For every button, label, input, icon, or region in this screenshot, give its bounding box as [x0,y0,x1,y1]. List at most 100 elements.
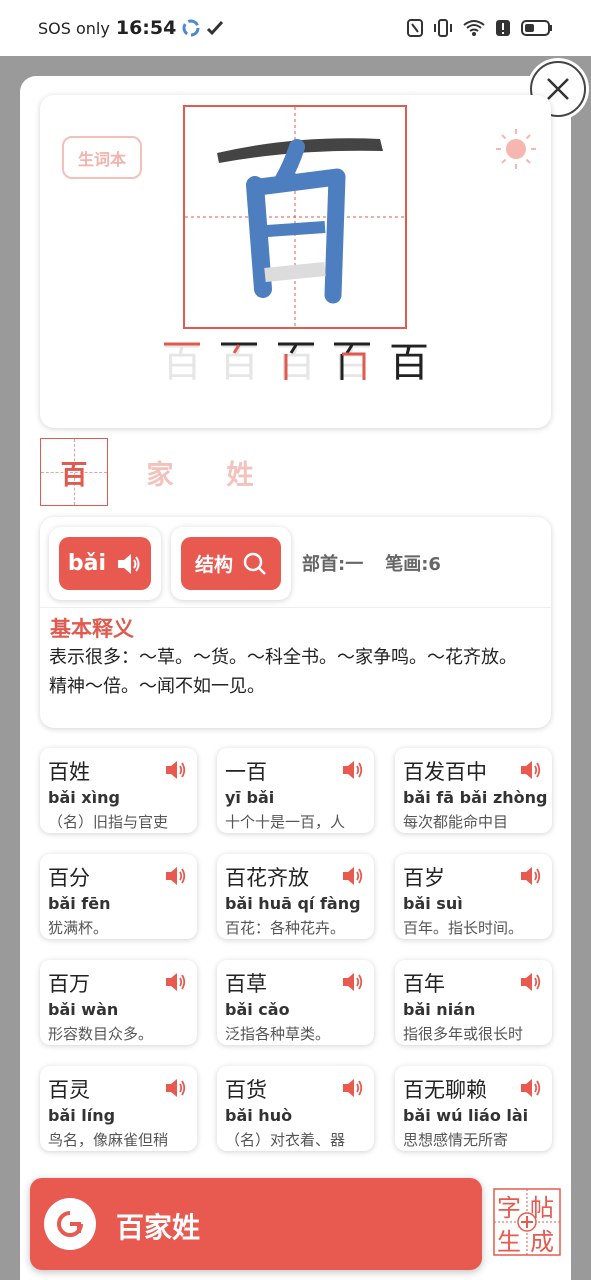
carrier-text: SOS only [38,18,110,38]
word-pinyin: bǎi huā qí fàng [225,894,361,913]
speaker-icon[interactable] [165,1078,187,1098]
word-pinyin: bǎi cǎo [225,1000,290,1019]
word-description: 百花：各种花卉。 [225,919,346,937]
character-writing-grid[interactable] [183,105,407,329]
speaker-icon[interactable] [342,866,364,886]
word-card[interactable]: 百分 bǎi fēn 犹满杯。 [40,854,197,939]
svg-text:字: 字 [497,1194,521,1222]
pronounce-button[interactable]: bǎi [59,537,151,590]
speaker-icon[interactable] [520,972,542,992]
speaker-icon[interactable] [165,972,187,992]
speaker-icon [118,553,140,574]
collection-bar[interactable]: 百家姓 [30,1178,482,1270]
tab-label: 百 [60,459,88,491]
tab-char-3[interactable]: 姓 [200,438,280,506]
divider [40,607,551,608]
word-card[interactable]: 百姓 bǎi xìng （名）旧指与官吏 [40,748,197,833]
refresh-button[interactable] [44,1198,96,1250]
stroke-order-sequence: 百 百 百 百 百 [160,336,435,384]
tab-label: 姓 [226,459,254,491]
collection-title: 百家姓 [116,1211,201,1244]
check-notification-icon [207,20,224,36]
stroke-step-4: 百 [332,340,372,384]
word-pinyin: bǎi wàn [48,1000,119,1019]
word-pinyin: bǎi nián [403,1000,476,1019]
speaker-icon[interactable] [342,972,364,992]
word-description: 思想感情无所寄 [403,1131,509,1149]
svg-text:百: 百 [162,340,202,384]
word-pinyin: bǎi xìng [48,788,120,807]
word-pinyin: bǎi fā bǎi zhòng [403,788,548,807]
speaker-icon[interactable] [520,866,542,886]
vibrate-icon [434,19,452,37]
stroke-count-text: 笔画:6 [385,554,441,575]
word-card[interactable]: 百货 bǎi huò （名）对衣着、器 [217,1066,374,1151]
word-card[interactable]: 百花齐放 bǎi huā qí fàng 百花：各种花卉。 [217,854,374,939]
svg-text:百: 百 [389,340,429,384]
status-left: SOS only 16:54 [38,17,224,39]
word-description: 形容数目众多。 [48,1025,154,1043]
svg-text:生: 生 [497,1228,521,1256]
speaker-icon[interactable] [165,760,187,780]
word-description: 每次都能命中目 [403,813,509,831]
close-icon [547,78,569,100]
word-card[interactable]: 一百 yī bǎi 十个十是一百，人 [217,748,374,833]
word-pinyin: bǎi fēn [48,894,111,913]
word-description: 泛指各种草类。 [225,1025,331,1043]
wifi-icon [463,20,485,36]
structure-label: 结构 [194,554,233,576]
clock: 16:54 [115,17,177,39]
speaker-icon[interactable] [165,866,187,886]
stroke-step-3: 百 [276,340,316,384]
word-description: （名）对衣着、器 [225,1131,346,1149]
word-card[interactable]: 百岁 bǎi suì 百年。指长时间。 [395,854,552,939]
word-pinyin: bǎi huò [225,1106,293,1125]
app-notification-icon [182,19,200,37]
speaker-icon[interactable] [342,1078,364,1098]
word-pinyin: bǎi wú liáo lài [403,1106,529,1125]
word-card[interactable]: 百灵 bǎi líng 鸟名，像麻雀但稍 [40,1066,197,1151]
word-card[interactable]: 百万 bǎi wàn 形容数目众多。 [40,960,197,1045]
word-pinyin: yī bǎi [225,788,275,807]
vocab-book-button[interactable]: 生词本 [62,136,142,179]
nfc-icon [407,19,423,37]
svg-text:成: 成 [530,1228,554,1256]
structure-button[interactable]: 结构 [181,537,281,590]
copybook-generator-button[interactable]: 字 帖 生 成 [493,1188,561,1256]
stroke-step-5: 百 [389,340,429,384]
word-pinyin: bǎi suì [403,894,463,913]
character-tabs: 百 家 姓 [40,438,280,506]
word-description: 鸟名，像麻雀但稍 [48,1131,169,1149]
speaker-icon[interactable] [520,760,542,780]
stroke-step-1: 百 [162,340,202,384]
refresh-icon [57,1211,83,1237]
word-card[interactable]: 百发百中 bǎi fā bǎi zhòng 每次都能命中目 [395,748,552,833]
word-description: 十个十是一百，人 [225,813,346,831]
pronounce-button-wrap: bǎi [49,527,161,600]
structure-button-wrap: 结构 [171,527,291,600]
search-icon [243,552,266,575]
word-description: 百年。指长时间。 [403,919,524,937]
definition-title: 基本释义 [50,617,134,641]
tab-label: 家 [146,459,174,491]
status-bar: SOS only 16:54 [0,0,591,56]
speaker-icon[interactable] [342,760,364,780]
tab-char-1[interactable]: 百 [40,438,108,506]
word-description: 指很多年或很长时 [403,1025,524,1043]
definition-text: 表示很多：～草。～货。～科全书。～家争鸣。～花齐放。精神～倍。～闻不如一见。 [49,647,517,697]
character-meta: 部首:一 笔画:6 [302,550,441,576]
sun-icon[interactable] [493,126,539,172]
word-pinyin: bǎi líng [48,1106,116,1125]
pinyin-label: bǎi [67,551,107,576]
word-card[interactable]: 百无聊赖 bǎi wú liáo lài 思想感情无所寄 [395,1066,552,1151]
word-description: （名）旧指与官吏 [48,813,169,831]
word-card[interactable]: 百年 bǎi nián 指很多年或很长时 [395,960,552,1045]
word-card[interactable]: 百草 bǎi cǎo 泛指各种草类。 [217,960,374,1045]
speaker-icon[interactable] [520,1078,542,1098]
stroke-step-2: 百 [219,340,259,384]
battery-icon [521,20,552,36]
word-description: 犹满杯。 [48,919,109,937]
tab-char-2[interactable]: 家 [120,438,200,506]
character-strokes [185,107,405,327]
radical-text: 部首:一 [302,554,364,575]
